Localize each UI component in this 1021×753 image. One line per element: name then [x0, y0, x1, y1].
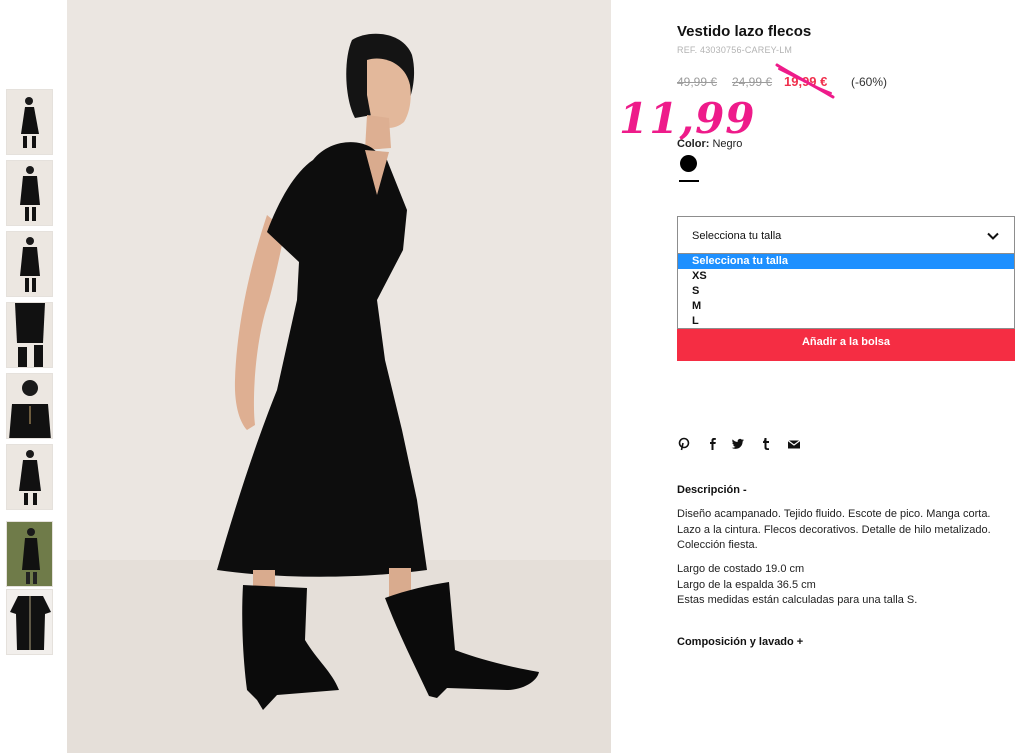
thumbnail-2[interactable]: [6, 160, 53, 226]
measure-side-length: Largo de costado 19.0 cm: [677, 563, 805, 575]
thumbnail-7[interactable]: [6, 521, 53, 587]
thumbnail-6[interactable]: [6, 444, 53, 510]
swatch-selected-indicator: [679, 180, 699, 182]
thumbnail-4[interactable]: [6, 302, 53, 368]
handwritten-price: 11,99: [619, 94, 756, 143]
chevron-down-icon: [986, 229, 1000, 248]
composition-toggle[interactable]: Composición y lavado +: [677, 636, 803, 648]
size-dropdown-list: Selecciona tu talla XS S M L: [677, 253, 1015, 329]
size-option-l[interactable]: L: [678, 314, 1014, 329]
measure-size-note: Estas medidas están calculadas para una …: [677, 594, 918, 606]
size-option-m[interactable]: M: [678, 299, 1014, 314]
main-product-image: [67, 0, 611, 753]
product-title: Vestido lazo flecos: [677, 23, 812, 40]
email-icon[interactable]: [787, 437, 803, 453]
facebook-icon[interactable]: [705, 437, 721, 453]
add-to-bag-button[interactable]: Añadir a la bolsa: [677, 328, 1015, 361]
size-select-label: Selecciona tu talla: [692, 230, 782, 242]
description-toggle[interactable]: Descripción -: [677, 484, 747, 496]
size-select[interactable]: Selecciona tu talla: [677, 216, 1015, 254]
size-option-placeholder[interactable]: Selecciona tu talla: [678, 254, 1014, 269]
price-original: 49,99 €: [677, 75, 718, 89]
product-reference: REF. 43030756-CAREY-LM: [677, 45, 793, 55]
discount-badge: (-60%): [851, 75, 888, 89]
size-option-s[interactable]: S: [678, 284, 1014, 299]
thumbnail-8[interactable]: [6, 589, 53, 655]
color-swatch-black[interactable]: [680, 155, 697, 172]
thumbnail-1[interactable]: [6, 89, 53, 155]
description-text: Diseño acampanado. Tejido fluido. Escote…: [677, 508, 991, 551]
pinterest-icon[interactable]: [677, 437, 693, 453]
tumblr-icon[interactable]: [759, 437, 775, 453]
thumbnail-3[interactable]: [6, 231, 53, 297]
measure-back-length: Largo de la espalda 36.5 cm: [677, 578, 816, 591]
size-option-xs[interactable]: XS: [678, 269, 1014, 284]
measurements-block: Largo de costado 19.0 cm Largo de la esp…: [677, 562, 1007, 609]
twitter-icon[interactable]: [731, 437, 747, 453]
thumbnail-5[interactable]: [6, 373, 53, 439]
price-previous: 24,99 €: [732, 75, 773, 89]
price-current: 19,99 €: [784, 74, 828, 89]
